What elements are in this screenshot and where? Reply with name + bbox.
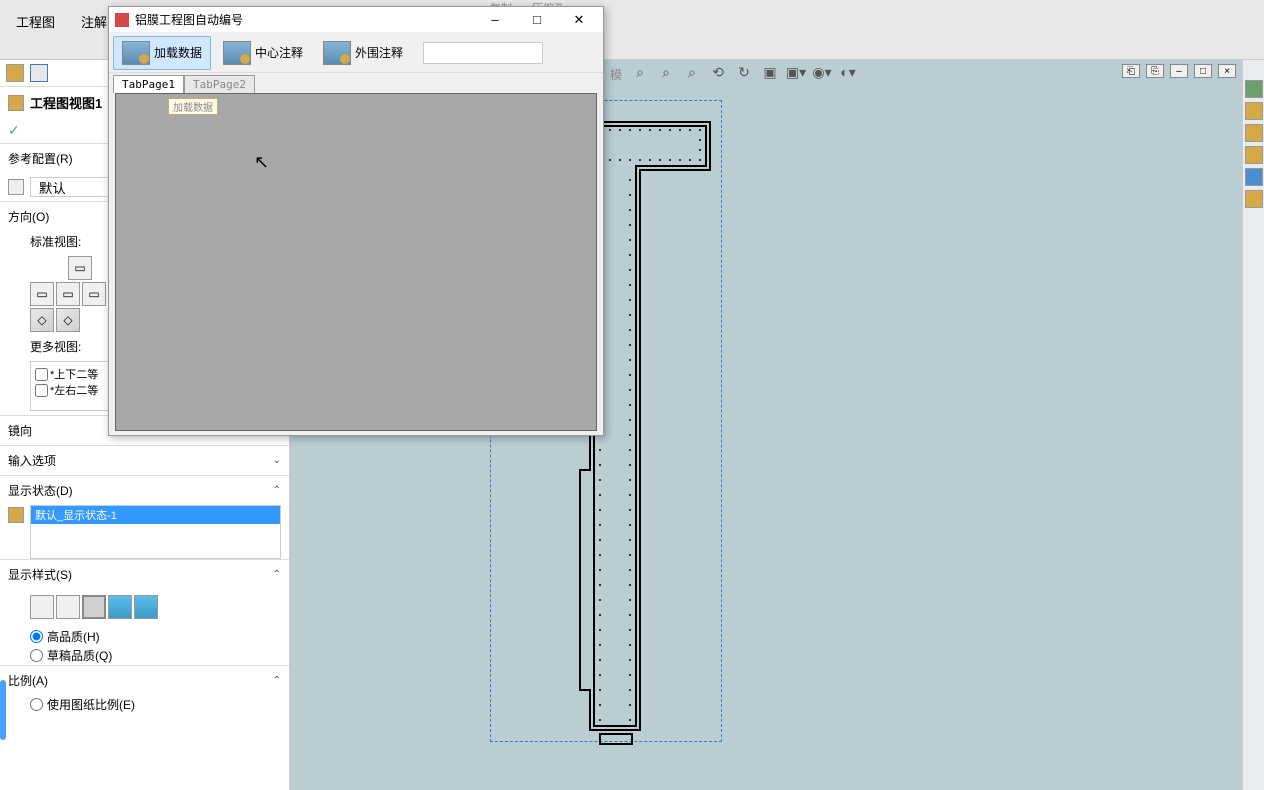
rotate-icon[interactable]: ⟲ [708,62,728,82]
dialog-minimize-icon[interactable]: – [477,9,513,31]
tab-page-2[interactable]: TabPage2 [184,75,255,93]
side-icon-home[interactable] [1245,80,1263,98]
outer-annotate-icon [323,41,351,65]
vp-maximize-icon[interactable]: □ [1194,64,1212,78]
section-display-style[interactable]: 显示样式(S) ⌃ [0,560,289,589]
section-input-options[interactable]: 输入选项 ⌄ [0,446,289,475]
tab-page-1[interactable]: TabPage1 [113,75,184,93]
chevron-up-icon: ⌃ [273,675,281,686]
style-btn-hidden-removed[interactable] [82,595,106,619]
display-state-list[interactable]: 默认_显示状态-1 [30,505,281,559]
drawing-view-icon [8,95,24,111]
side-icon-4[interactable] [1245,146,1263,164]
vp-prev-icon[interactable]: ⎗ [1122,64,1140,78]
chevron-down-icon: ⌄ [273,455,281,466]
side-icon-6[interactable] [1245,190,1263,208]
side-icon-2[interactable] [1245,102,1263,120]
vp-next-icon[interactable]: ⎘ [1146,64,1164,78]
center-annotate-icon [223,41,251,65]
auto-number-dialog: 铝膜工程图自动编号 – □ ✕ 加载数据 中心注释 外围注释 TabPage1 … [108,6,604,436]
dialog-text-input[interactable] [423,42,543,64]
hide-show-icon[interactable]: ◉▾ [812,62,832,82]
tooltip: 加载数据 [168,98,218,115]
view-btn-top[interactable]: ▭ [56,282,80,306]
section-display-state[interactable]: 显示状态(D) ⌃ [0,476,289,505]
cb-updown[interactable] [35,368,48,381]
dialog-title: 铝膜工程图自动编号 [135,11,471,28]
dialog-maximize-icon[interactable]: □ [519,9,555,31]
scrollbar-thumb[interactable] [0,680,6,740]
radio-high-quality[interactable]: 高品质(H) [30,627,289,646]
right-toolbar [1242,60,1264,790]
section-scale[interactable]: 比例(A) ⌃ [0,666,289,695]
load-data-button[interactable]: 加载数据 [113,36,211,70]
style-btn-wireframe[interactable] [30,595,54,619]
dialog-tabs: TabPage1 TabPage2 [109,73,603,93]
center-annotate-button[interactable]: 中心注释 [215,37,311,69]
style-btn-shaded[interactable] [134,595,158,619]
outer-annotate-button[interactable]: 外围注释 [315,37,411,69]
section-icon[interactable]: ▣ [760,62,780,82]
display-state-icon [8,507,24,523]
cropped-label: 模 [610,66,622,83]
chevron-up-icon: ⌃ [273,485,281,496]
chevron-up-icon: ⌃ [273,569,281,580]
ribbon-tab-drawing[interactable]: 工程图 [4,8,67,51]
cursor-icon: ↖ [254,152,269,173]
panel-title: 工程图视图1 [30,93,102,112]
cb-leftright[interactable] [35,384,48,397]
style-btn-shaded-edges[interactable] [108,595,132,619]
view-btn-right[interactable]: ▭ [82,282,106,306]
display-state-item[interactable]: 默认_显示状态-1 [31,506,280,524]
panel-tab-icon[interactable] [6,64,24,82]
view-btn-iso2[interactable]: ◇ [56,308,80,332]
pan-icon[interactable]: ↻ [734,62,754,82]
zoom-fit-icon[interactable]: ⌕ [630,62,650,82]
dialog-toolbar: 加载数据 中心注释 外围注释 [109,33,603,73]
radio-sheet-scale[interactable]: 使用图纸比例(E) [30,695,289,714]
config-icon [8,179,24,195]
load-data-icon [122,41,150,65]
dialog-content-area[interactable]: 加载数据 ↖ [115,93,597,431]
confirm-icon[interactable]: ✓ [8,122,20,138]
zoom-area-icon[interactable]: ⌕ [656,62,676,82]
vp-close-icon[interactable]: × [1218,64,1236,78]
zoom-icon[interactable]: ⌕ [682,62,702,82]
side-icon-3[interactable] [1245,124,1263,142]
view-btn-front[interactable]: ▭ [68,256,92,280]
vp-minimize-icon[interactable]: – [1170,64,1188,78]
radio-draft-quality[interactable]: 草稿品质(Q) [30,646,289,665]
side-icon-5[interactable] [1245,168,1263,186]
viewport-toolbar: ⌕ ⌕ ⌕ ⟲ ↻ ▣ ▣▾ ◉▾ ◐▾ [630,62,858,82]
appearance-icon[interactable]: ◐▾ [838,62,858,82]
panel-tab-icon-2[interactable] [30,64,48,82]
view-btn-iso1[interactable]: ◇ [30,308,54,332]
dialog-icon [115,13,129,27]
display-icon[interactable]: ▣▾ [786,62,806,82]
view-btn-left[interactable]: ▭ [30,282,54,306]
dialog-titlebar[interactable]: 铝膜工程图自动编号 – □ ✕ [109,7,603,33]
dialog-close-icon[interactable]: ✕ [561,9,597,31]
style-btn-hidden-visible[interactable] [56,595,80,619]
